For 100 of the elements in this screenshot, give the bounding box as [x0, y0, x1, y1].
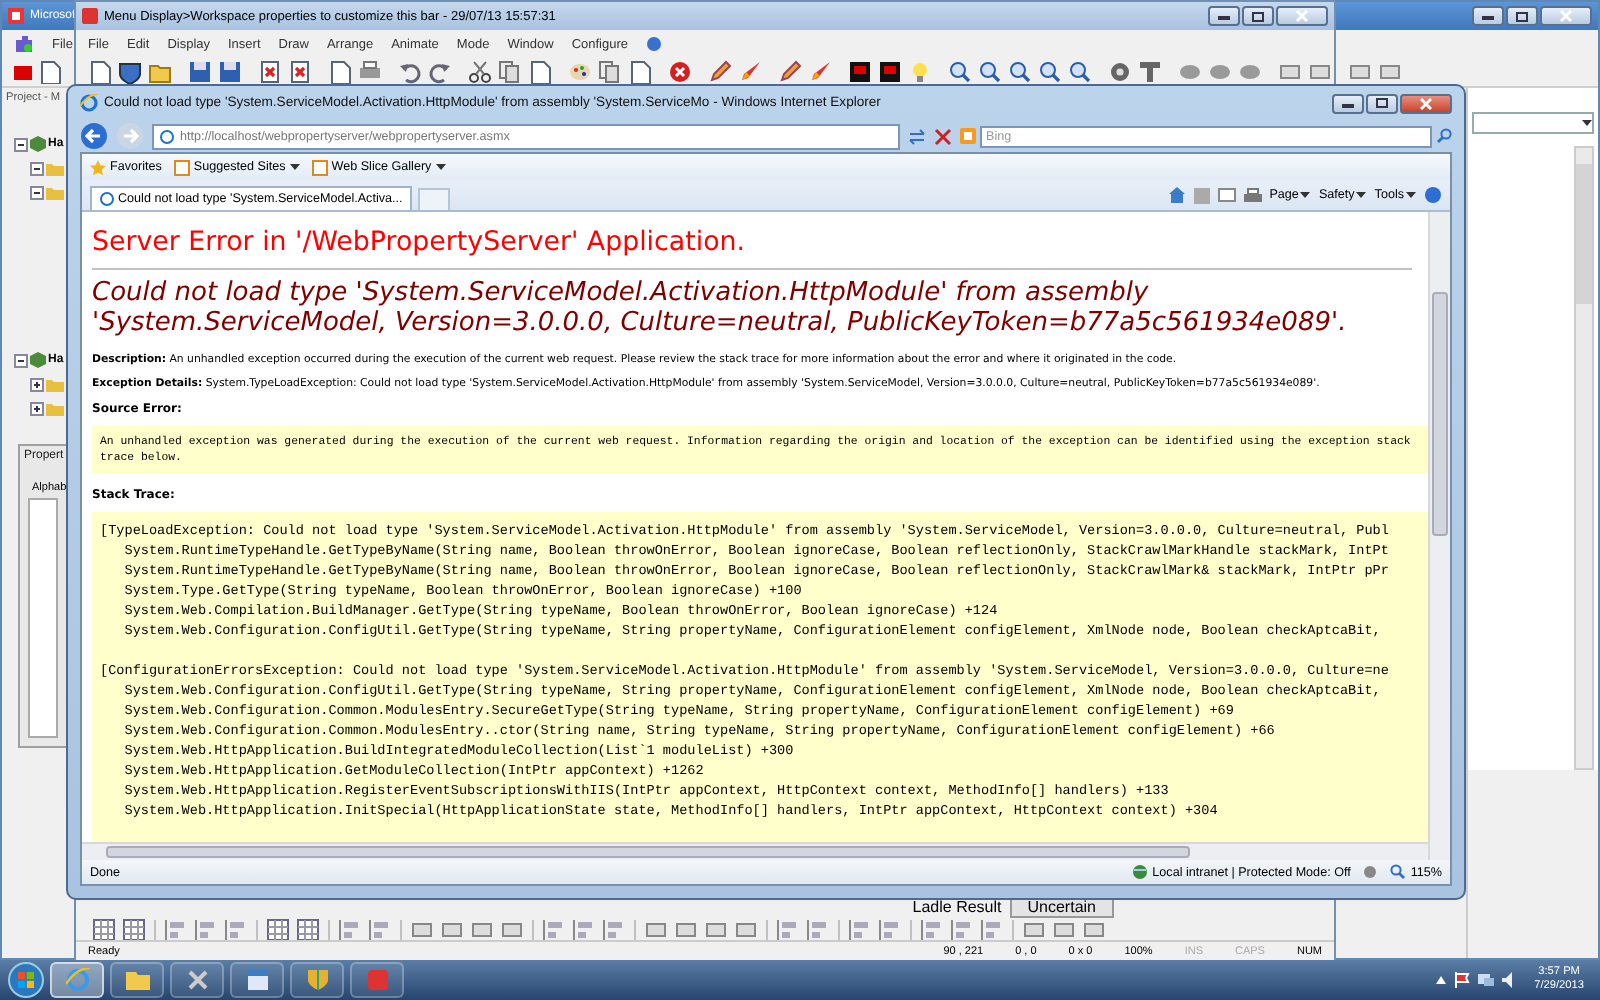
maximize-button[interactable] [1506, 6, 1538, 26]
square-icon[interactable] [1082, 917, 1106, 941]
grid-icon[interactable] [122, 917, 146, 941]
square-icon[interactable] [1278, 60, 1302, 84]
scissors-icon[interactable] [468, 60, 492, 84]
magnifier-icon[interactable] [978, 60, 1002, 84]
redo-icon[interactable] [428, 60, 452, 84]
taskbar-button[interactable] [170, 962, 224, 998]
magnifier-icon[interactable] [1008, 60, 1032, 84]
printer-icon[interactable] [358, 60, 382, 84]
grid-icon[interactable] [266, 917, 290, 941]
rocket-icon[interactable] [808, 60, 832, 84]
document-icon[interactable] [38, 60, 62, 84]
up-arrow-icon[interactable] [1436, 976, 1447, 984]
align-icon[interactable] [776, 917, 800, 941]
taskbar-button[interactable] [290, 962, 344, 998]
magnifier-icon[interactable] [948, 60, 972, 84]
close-button[interactable] [1400, 93, 1452, 113]
blob-icon[interactable] [1178, 60, 1202, 84]
home-icon[interactable] [1167, 186, 1186, 204]
align-icon[interactable] [806, 917, 830, 941]
square-icon[interactable] [1308, 60, 1332, 84]
square-icon[interactable] [1022, 917, 1046, 941]
start-icon[interactable] [8, 962, 44, 998]
globe-icon [1132, 864, 1149, 880]
refresh-icon[interactable] [908, 127, 926, 145]
square-icon[interactable] [1378, 60, 1402, 84]
square-icon[interactable] [410, 917, 434, 941]
expand-icon[interactable] [30, 402, 44, 416]
minimize-button[interactable] [1332, 93, 1364, 113]
help-icon[interactable] [1424, 186, 1442, 204]
align-icon[interactable] [878, 917, 902, 941]
back-button[interactable] [80, 122, 108, 150]
collapse-icon[interactable] [30, 162, 44, 176]
align-icon[interactable] [224, 917, 248, 941]
collapse-icon[interactable] [14, 137, 28, 151]
taskbar-button[interactable] [50, 962, 104, 998]
blob-icon[interactable] [1208, 60, 1232, 84]
align-icon[interactable] [920, 917, 944, 941]
help-icon[interactable] [646, 36, 662, 52]
taskbar-button[interactable] [110, 962, 164, 998]
square-icon[interactable] [1348, 60, 1372, 84]
rocket-icon[interactable] [738, 60, 762, 84]
t-shape-icon[interactable] [1138, 60, 1162, 84]
square-icon[interactable] [500, 917, 524, 941]
scrollbar[interactable] [1574, 146, 1594, 770]
align-icon[interactable] [602, 917, 626, 941]
collapse-icon[interactable] [14, 353, 28, 367]
close-button[interactable] [1540, 6, 1592, 26]
align-icon[interactable] [194, 917, 218, 941]
square-icon[interactable] [440, 917, 464, 941]
align-icon[interactable] [338, 917, 362, 941]
page-cross-icon[interactable] [288, 60, 312, 84]
square-icon[interactable] [470, 917, 494, 941]
align-icon[interactable] [980, 917, 1004, 941]
stop-icon[interactable] [668, 60, 692, 84]
gear-icon[interactable] [1108, 60, 1132, 84]
align-icon[interactable] [572, 917, 596, 941]
mail-icon[interactable] [1217, 188, 1236, 202]
minimize-button[interactable] [1208, 6, 1240, 26]
maximize-button[interactable] [1242, 6, 1274, 26]
page-cross-icon[interactable] [258, 60, 282, 84]
square-icon[interactable] [674, 917, 698, 941]
blob-icon[interactable] [1238, 60, 1262, 84]
square-icon[interactable] [1052, 917, 1076, 941]
search-icon[interactable] [1436, 128, 1452, 144]
taskbar-button[interactable] [350, 962, 404, 998]
palette-icon[interactable] [568, 60, 592, 84]
grid-icon[interactable] [92, 917, 116, 941]
magnifier-icon[interactable] [1038, 60, 1062, 84]
shield-icon[interactable] [118, 60, 142, 84]
maximize-button[interactable] [1366, 93, 1398, 113]
square-icon[interactable] [704, 917, 728, 941]
network-icon[interactable] [1478, 972, 1495, 988]
printer-icon[interactable] [1243, 187, 1262, 203]
copy-icon[interactable] [498, 60, 522, 84]
undo-icon[interactable] [398, 60, 422, 84]
caret-icon [1406, 192, 1416, 198]
square-icon[interactable] [734, 917, 758, 941]
align-icon[interactable] [164, 917, 188, 941]
taskbar-button[interactable] [230, 962, 284, 998]
dropdown[interactable] [1472, 112, 1594, 134]
copy-icon[interactable] [598, 60, 622, 84]
app-icon [82, 8, 98, 24]
collapse-icon[interactable] [30, 186, 44, 200]
align-icon[interactable] [368, 917, 392, 941]
align-icon[interactable] [950, 917, 974, 941]
square-icon[interactable] [14, 63, 32, 81]
grid-icon[interactable] [296, 917, 320, 941]
square-icon[interactable] [644, 917, 668, 941]
vertical-scrollbar[interactable] [1428, 212, 1450, 860]
magnifier-icon[interactable] [1068, 60, 1092, 84]
minimize-button[interactable] [1472, 6, 1504, 26]
close-button[interactable] [1276, 6, 1328, 26]
stop-icon[interactable] [934, 127, 952, 145]
expand-icon[interactable] [30, 378, 44, 392]
settings-icon[interactable] [1362, 864, 1379, 880]
horizontal-scrollbar[interactable] [82, 842, 1428, 860]
align-icon[interactable] [848, 917, 872, 941]
align-icon[interactable] [542, 917, 566, 941]
